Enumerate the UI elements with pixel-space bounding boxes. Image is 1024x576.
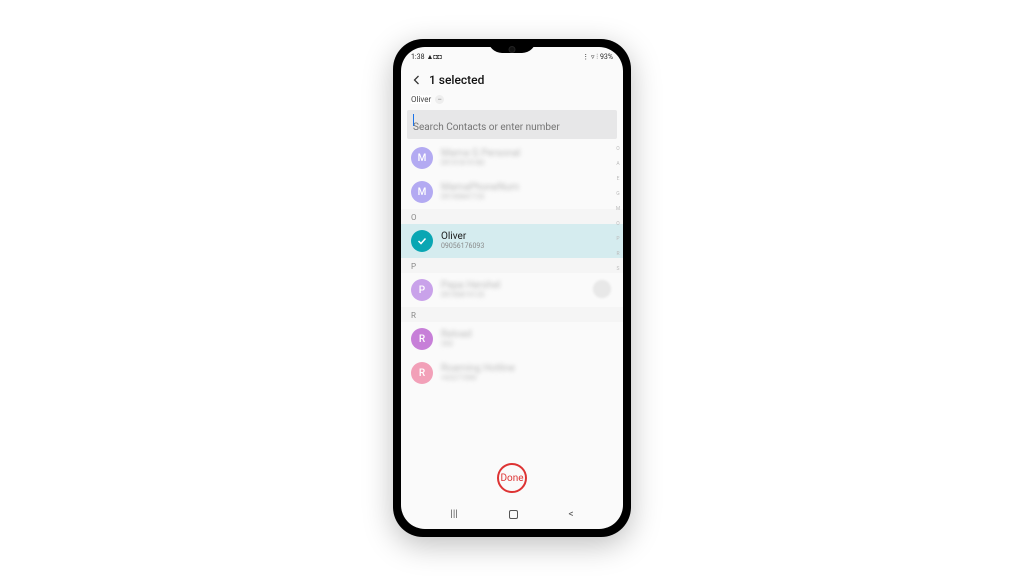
status-icons-right: ⋮ ▿ ⫶: [582, 53, 598, 62]
contact-name: Reload: [441, 329, 472, 340]
contact-sub: 350: [441, 341, 472, 349]
contact-name: Roaming Hotline: [441, 363, 515, 374]
contact-sub: 09190847735: [441, 194, 519, 202]
front-camera: [509, 46, 516, 53]
header: 1 selected: [401, 65, 623, 93]
nav-recents-icon[interactable]: |||: [450, 509, 457, 520]
contact-sub: +63271000: [441, 375, 515, 383]
section-header-r: R: [401, 307, 623, 322]
section-header-p: P: [401, 258, 623, 273]
nav-home-icon[interactable]: [509, 510, 518, 519]
contact-sub: 09056176093: [441, 243, 484, 251]
contact-sub: 09190819135: [441, 292, 500, 300]
avatar: P: [411, 279, 433, 301]
scroll-thumb[interactable]: [593, 280, 611, 298]
section-header-o: O: [401, 209, 623, 224]
screen: 1:38 ▲◘◘ ⋮ ▿ ⫶ 93% 1 selected Oliver −: [401, 47, 623, 529]
contact-name: Mama G Personal: [441, 148, 520, 159]
avatar: M: [411, 147, 433, 169]
search-input[interactable]: [413, 122, 611, 133]
contact-name: Papa Hershel: [441, 280, 500, 291]
status-time: 1:38: [411, 53, 425, 61]
list-item[interactable]: R Reload 350: [401, 322, 623, 356]
list-item[interactable]: P Papa Hershel 09190819135: [401, 273, 623, 307]
chip-remove-icon[interactable]: −: [435, 95, 444, 104]
status-battery: 93%: [600, 53, 613, 61]
back-icon[interactable]: [411, 74, 423, 86]
phone-frame: 1:38 ▲◘◘ ⋮ ▿ ⫶ 93% 1 selected Oliver −: [393, 39, 631, 537]
nav-back-icon[interactable]: <: [568, 509, 573, 520]
list-item[interactable]: M Mama G Personal 09191819180: [401, 141, 623, 175]
avatar: M: [411, 181, 433, 203]
page-title: 1 selected: [429, 73, 484, 87]
done-button[interactable]: Done: [494, 469, 529, 488]
avatar: R: [411, 328, 433, 350]
status-icons-left: ▲◘◘: [427, 53, 442, 61]
checkmark-icon: [411, 230, 433, 252]
contact-name: Oliver: [441, 231, 484, 242]
chip-oliver[interactable]: Oliver: [411, 95, 431, 104]
list-item[interactable]: M MamaPhoneNum 09190847735: [401, 175, 623, 209]
contact-name: MamaPhoneNum: [441, 182, 519, 193]
contact-list: M Mama G Personal 09191819180 M MamaPhon…: [401, 141, 623, 390]
done-wrap: Done: [401, 463, 623, 493]
avatar: R: [411, 362, 433, 384]
contact-sub: 09191819180: [441, 160, 520, 168]
search-bar[interactable]: [407, 110, 617, 139]
list-item-selected[interactable]: Oliver 09056176093: [401, 224, 623, 258]
android-navbar: ||| <: [401, 505, 623, 523]
list-item[interactable]: R Roaming Hotline +63271000: [401, 356, 623, 390]
selected-chips: Oliver −: [401, 93, 623, 108]
highlight-circle: Done: [497, 463, 527, 493]
alpha-index[interactable]: O A E G M O P R S: [614, 141, 622, 390]
